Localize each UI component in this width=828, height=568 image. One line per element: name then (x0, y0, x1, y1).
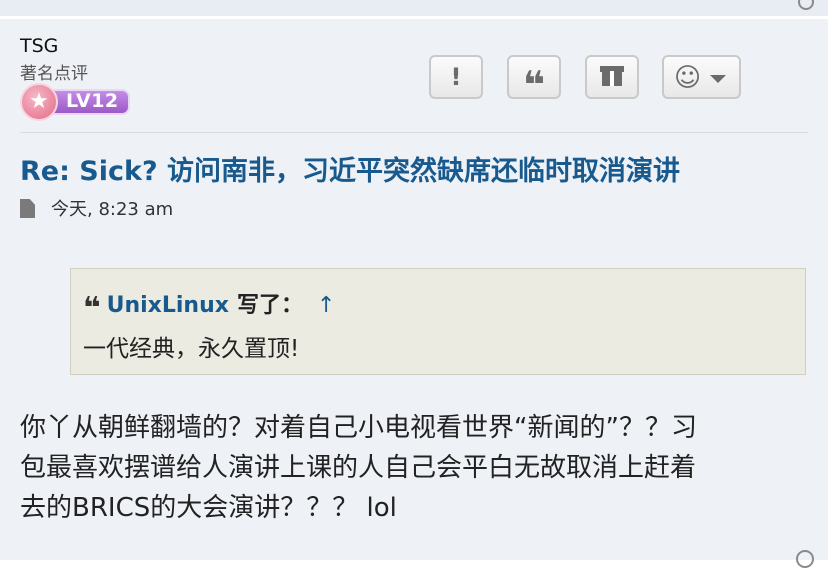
post-body-line: 包最喜欢摆谱给人演讲上课的人自己会平白无故取消上赶着 (20, 453, 697, 483)
quote-icon: ❝ (522, 63, 546, 107)
gift-box-shape (602, 71, 622, 86)
quote-wrote-label: 写了： (236, 293, 303, 318)
post-body: 你丫从朝鲜翻墙的？对着自己小电视看世界“新闻的”？？习 包最喜欢摆谱给人演讲上课… (20, 408, 810, 528)
rank-badge: ★ LV12 (20, 83, 132, 121)
post-body-line: 去的BRICS的大会演讲？？？ lol (20, 493, 397, 523)
post-body-line: 你丫从朝鲜翻墙的？对着自己小电视看世界“新闻的”？？习 (20, 413, 697, 443)
gift-button[interactable] (585, 55, 639, 99)
header-divider (20, 132, 808, 133)
chevron-down-icon (710, 75, 726, 83)
badge-level: LV12 (66, 90, 119, 112)
next-post-icon[interactable] (796, 550, 814, 568)
quote-text: 一代经典，永久置顶! (83, 336, 300, 362)
post-meta: 今天, 8:23 am (20, 195, 173, 221)
quote-header: ❝ UnixLinux 写了： ↑ (83, 287, 335, 326)
quote-button[interactable]: ❝ (507, 55, 561, 107)
post-title[interactable]: Re: Sick? 访问南非，习近平突然缺席还临时取消演讲 (20, 149, 680, 188)
more-reactions-button[interactable]: ☺ (662, 55, 741, 99)
quote-author-link[interactable]: UnixLinux (107, 293, 229, 318)
quote-mark-icon: ❝ (83, 291, 101, 326)
report-button[interactable]: ! (429, 55, 483, 99)
author-name[interactable]: TSG (20, 35, 58, 57)
quote-block: ❝ UnixLinux 写了： ↑ 一代经典，永久置顶! (70, 268, 806, 375)
file-icon (20, 199, 35, 218)
previous-post-edge (0, 0, 828, 16)
smiley-icon: ☺ (674, 63, 702, 93)
post-timestamp[interactable]: 今天, 8:23 am (51, 199, 173, 220)
go-to-quoted-post-icon[interactable]: ↑ (317, 293, 335, 318)
author-rank: 著名点评 (20, 64, 88, 84)
forum-post: TSG 著名点评 ★ LV12 ! ❝ ☺ Re: Sick? 访问南非，习近平… (0, 19, 828, 568)
star-icon: ★ (20, 83, 58, 121)
exclamation-icon: ! (450, 63, 462, 91)
